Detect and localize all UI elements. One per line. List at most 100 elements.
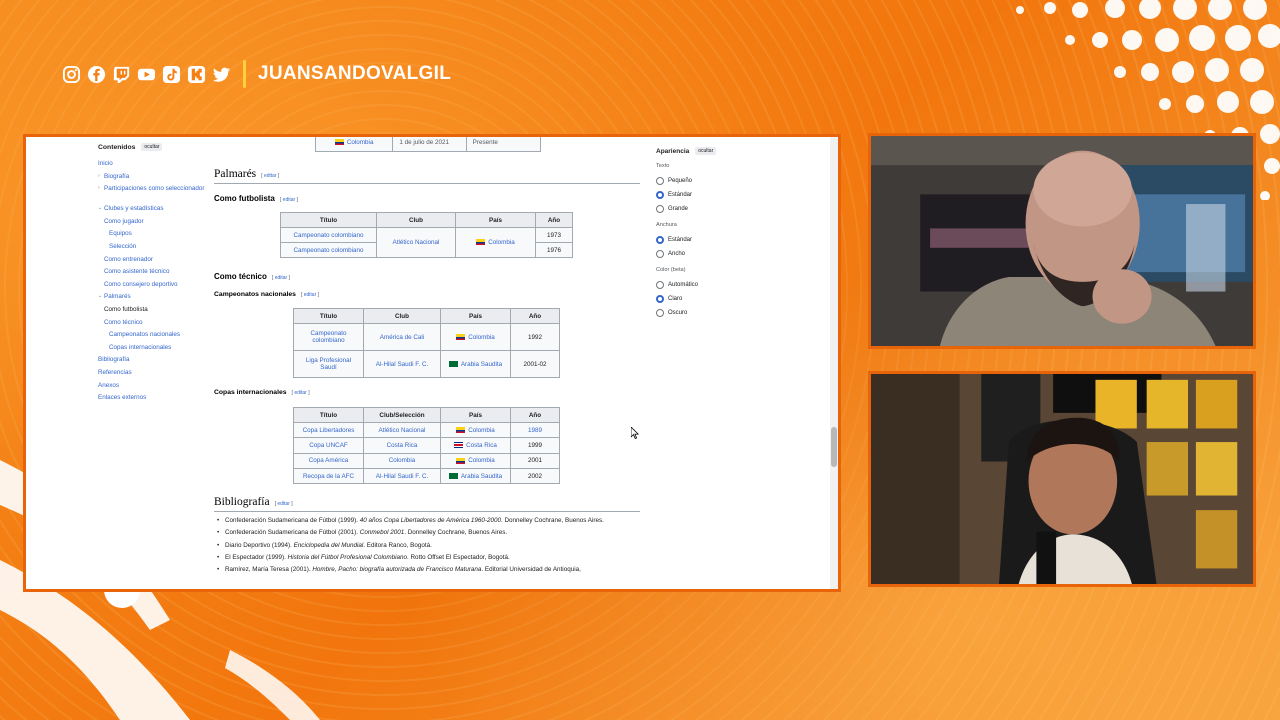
- section-heading-palmares: Palmarés[ editar ]: [214, 168, 280, 180]
- radio-text-small[interactable]: Pequeño: [656, 174, 756, 188]
- title-link[interactable]: Campeonato colombiano: [280, 242, 377, 258]
- title-link[interactable]: Copa Libertadores: [293, 421, 364, 439]
- club-link[interactable]: Al-Hilal Saudi F. C.: [363, 467, 441, 485]
- column-header: Título: [293, 407, 364, 423]
- toc-item-inicio[interactable]: Inicio: [98, 160, 208, 174]
- club-link[interactable]: Atlético Nacional: [376, 227, 456, 258]
- edit-link[interactable]: [ editar ]: [261, 173, 279, 179]
- toc-item-label: Como asistente técnico: [104, 268, 170, 276]
- edit-link[interactable]: [ editar ]: [292, 390, 310, 396]
- toc-item-label: Bibliografía: [98, 356, 130, 364]
- year-cell: 1992: [510, 323, 560, 351]
- country-link[interactable]: Colombia: [440, 421, 511, 439]
- radio-text-standard[interactable]: Estándar: [656, 188, 756, 202]
- radio-selected-icon[interactable]: [656, 191, 664, 199]
- club-link[interactable]: América de Cali: [363, 323, 441, 351]
- title-link[interactable]: Campeonato colombiano: [280, 227, 377, 243]
- toc-item-como-futbolista[interactable]: Como futbolista: [98, 306, 208, 320]
- radio-selected-icon[interactable]: [656, 236, 664, 244]
- title-link[interactable]: Copa América: [293, 452, 364, 469]
- toc-item-label: Copas internacionales: [109, 343, 172, 351]
- toc-item-participaciones[interactable]: › Participaciones como seleccionador: [98, 185, 208, 206]
- edit-link[interactable]: [ editar ]: [301, 292, 319, 298]
- youtube-icon: [137, 65, 156, 84]
- radio-icon[interactable]: [656, 177, 664, 185]
- column-header: Año: [510, 308, 560, 324]
- twitter-icon: [212, 65, 231, 84]
- appearance-title: Apariencia: [656, 147, 690, 155]
- edit-link[interactable]: [ editar ]: [280, 197, 298, 203]
- copas-table: Título Club/Selección País Año Copa Libe…: [293, 407, 560, 485]
- toc-item-asistente[interactable]: Como asistente técnico: [98, 268, 208, 282]
- section-heading-bibliografia: Bibliografía[ editar ]: [214, 496, 293, 508]
- radio-width-wide[interactable]: Ancho: [656, 247, 756, 261]
- table-row: Liga Profesional Saudí Al-Hilal Saudi F.…: [293, 350, 560, 378]
- toc-item-label: Selección: [109, 242, 137, 250]
- toc-item-referencias[interactable]: Referencias: [98, 368, 208, 383]
- title-link[interactable]: Copa UNCAF: [293, 437, 364, 454]
- edit-link[interactable]: [ editar ]: [275, 501, 293, 507]
- country-link[interactable]: Costa Rica: [440, 437, 511, 454]
- futbolista-table: Título Club País Año Campeonato colombia…: [280, 212, 573, 258]
- country-link[interactable]: Colombia: [440, 452, 511, 469]
- toc-hide-button[interactable]: ocultar: [141, 143, 163, 151]
- appearance-hide-button[interactable]: ocultar: [695, 147, 717, 155]
- year-cell: 2001: [510, 452, 560, 469]
- column-header: Título: [280, 212, 377, 228]
- webcam-guest-image: [871, 374, 1253, 584]
- campeonatos-table: Título Club País Año Campeonato colombia…: [293, 308, 560, 378]
- edit-link[interactable]: [ editar ]: [272, 275, 290, 281]
- toc-item-label: Equipos: [109, 230, 132, 238]
- radio-color-auto[interactable]: Automático: [656, 278, 756, 292]
- scrollbar[interactable]: [830, 137, 838, 589]
- year-link[interactable]: 1989: [510, 421, 560, 439]
- radio-icon[interactable]: [656, 309, 664, 317]
- table-header-row: Título Club País Año: [293, 308, 560, 324]
- radio-icon[interactable]: [656, 281, 664, 289]
- toc-item-enlaces[interactable]: Enlaces externos: [98, 394, 208, 408]
- toc-title: Contenidos: [98, 143, 136, 151]
- radio-color-light[interactable]: Claro: [656, 292, 756, 306]
- scrollbar-thumb[interactable]: [831, 427, 837, 467]
- radio-color-dark[interactable]: Oscuro: [656, 306, 756, 320]
- width-label: Anchura: [656, 222, 677, 228]
- radio-text-large[interactable]: Grande: [656, 202, 756, 216]
- toc-item-campeonatos[interactable]: Campeonatos nacionales: [98, 331, 208, 345]
- twitch-icon: [112, 65, 131, 84]
- country-link[interactable]: Colombia: [440, 323, 511, 351]
- appearance-header: Apariencia ocultar: [656, 147, 756, 155]
- club-link[interactable]: Colombia: [363, 452, 441, 469]
- country-link[interactable]: Colombia: [455, 227, 536, 258]
- radio-icon[interactable]: [656, 205, 664, 213]
- appearance-panel: Apariencia ocultar Texto Pequeño Estándar…: [656, 147, 756, 320]
- color-label: Color (beta): [656, 267, 686, 273]
- column-header: País: [455, 212, 536, 228]
- country-link[interactable]: Arabia Saudita: [440, 467, 511, 485]
- costa-rica-flag-icon: [454, 442, 464, 449]
- toc-item-label: Referencias: [98, 368, 132, 376]
- list-item: El Espectador (1999). Historia del Fútbo…: [214, 552, 640, 565]
- subheading-campeonatos-nacionales: Campeonatos nacionales[ editar ]: [214, 291, 320, 298]
- table-cell[interactable]: Colombia: [316, 137, 394, 151]
- toc-item-seleccion[interactable]: Selección: [98, 242, 208, 257]
- year-cell: 1976: [535, 242, 573, 258]
- radio-icon[interactable]: [656, 250, 664, 258]
- club-link[interactable]: Al-Hilal Saudi F. C.: [363, 350, 441, 378]
- subheading-como-tecnico: Como técnico[ editar ]: [214, 272, 290, 281]
- radio-width-standard[interactable]: Estándar: [656, 233, 756, 247]
- club-link[interactable]: Costa Rica: [363, 437, 441, 454]
- title-link[interactable]: Recopa de la AFC: [293, 467, 364, 485]
- radio-selected-icon[interactable]: [656, 295, 664, 303]
- country-link[interactable]: Arabia Saudita: [440, 350, 511, 378]
- webcam-host-image: [871, 136, 1253, 346]
- title-link[interactable]: Liga Profesional Saudí: [293, 350, 364, 378]
- mouse-cursor-icon: [631, 427, 639, 439]
- table-row: Copa América Colombia Colombia 2001: [293, 452, 560, 469]
- toc-item-label: Como consejero deportivo: [104, 280, 178, 288]
- social-bar: JUANSANDOVALGIL: [62, 60, 451, 88]
- colombia-flag-icon: [456, 457, 466, 464]
- toc-item-clubes[interactable]: ⌄ Clubes y estadísticas: [98, 205, 208, 219]
- title-link[interactable]: Campeonato colombiano: [293, 323, 364, 351]
- facebook-icon: [87, 65, 106, 84]
- club-link[interactable]: Atlético Nacional: [363, 421, 441, 439]
